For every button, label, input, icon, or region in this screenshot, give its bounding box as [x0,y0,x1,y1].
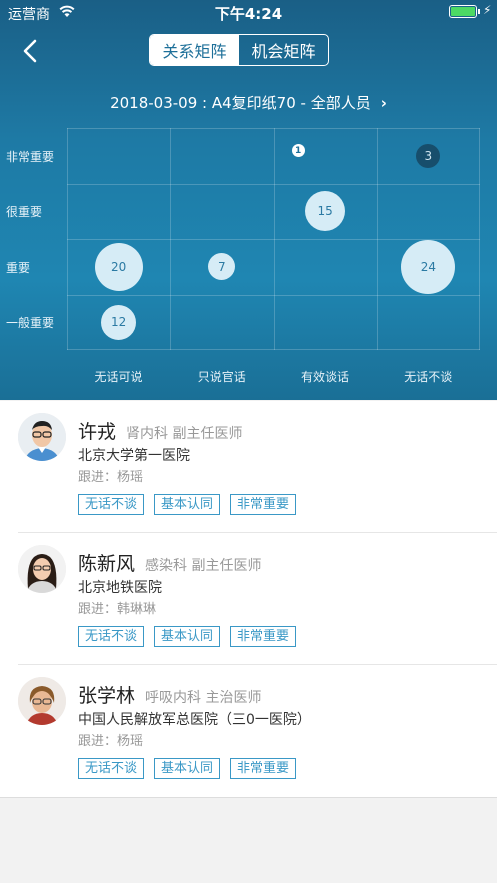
grid-hline [67,295,480,296]
contact-follow-up: 跟进：韩琳琳 [78,602,157,617]
tag-row: 无话不谈 基本认同 非常重要 [78,758,297,779]
contact-follow-up: 跟进：杨瑶 [78,470,144,485]
y-tick-label: 很重要 [6,205,43,220]
status-bar: 运营商 下午4:24 ⚡ [0,0,497,24]
tag: 基本认同 [154,494,221,515]
matrix-bubble[interactable]: 15 [305,191,346,232]
tab-opportunity-matrix[interactable]: 机会矩阵 [239,35,328,65]
header-panel: 运营商 下午4:24 ⚡ 关系矩阵 机会矩阵 2018-03-09 : A4复印… [0,0,497,400]
contact-card[interactable]: 许戎 肾内科 副主任医师北京大学第一医院 跟进：杨瑶无话不谈 基本认同 非常重要 [0,401,497,533]
tag: 非常重要 [230,494,297,515]
contact-card[interactable]: 陈新风 感染科 副主任医师北京地铁医院 跟进：韩琳琳无话不谈 基本认同 非常重要 [0,533,497,665]
tag: 非常重要 [230,758,297,779]
grid-hline [67,239,480,240]
matrix-bubble[interactable]: 12 [101,304,137,340]
x-tick-label: 只说官话 [197,370,246,384]
y-tick-label: 非常重要 [6,149,55,164]
status-time: 下午4:24 [214,5,283,23]
contact-name: 张学林 [78,685,136,707]
tag: 非常重要 [230,626,297,647]
tag-row: 无话不谈 基本认同 非常重要 [78,626,297,647]
avatar [18,545,66,593]
y-tick-label: 一般重要 [6,316,55,331]
contact-hospital: 北京大学第一医院 [78,448,190,464]
contact-name: 许戎 [78,421,117,443]
contact-card[interactable]: 张学林 呼吸内科 主治医师中国人民解放军总医院（三0一医院） 跟进：杨瑶无话不谈 基本… [0,665,497,797]
chevron-right-icon: › [380,94,387,112]
battery-cap [478,9,480,14]
y-tick-label: 重要 [6,260,31,275]
x-tick-label: 无话不谈 [404,370,453,384]
grid-hline [67,349,480,350]
contact-follow-up: 跟进：杨瑶 [78,734,144,749]
tab-relationship-matrix[interactable]: 关系矩阵 [150,35,239,65]
contact-hospital: 北京地铁医院 [78,580,162,596]
matrix-bubble[interactable]: 20 [94,242,143,291]
contact-hospital: 中国人民解放军总医院（三0一医院） [78,712,311,728]
x-tick-label: 有效谈话 [300,370,349,384]
matrix-bubble[interactable]: 3 [416,143,441,168]
matrix-bubble[interactable]: 7 [208,253,236,281]
grid-hline [67,184,480,185]
tag: 基本认同 [154,626,221,647]
contact-dept: 感染科 副主任医师 [145,558,262,574]
filter-selector[interactable]: 2018-03-09 : A4复印纸70 - 全部人员 › [0,92,497,113]
x-tick-label: 无话可说 [94,370,143,384]
filter-label: 2018-03-09 : A4复印纸70 - 全部人员 [110,94,371,112]
tag: 无话不谈 [78,626,145,647]
tag-row: 无话不谈 基本认同 非常重要 [78,494,297,515]
tag: 无话不谈 [78,758,145,779]
matrix-bubble[interactable]: 24 [401,239,456,294]
tag: 无话不谈 [78,494,145,515]
contact-dept: 肾内科 副主任医师 [126,426,243,442]
avatar [18,677,66,725]
matrix-bubble[interactable]: 1 [291,144,305,158]
back-arrow-icon[interactable] [18,38,44,64]
matrix-tab-switch: 关系矩阵 机会矩阵 [149,34,329,66]
tag: 基本认同 [154,758,221,779]
charging-icon: ⚡ [483,3,492,17]
grid-hline [67,128,480,129]
contact-name: 陈新风 [78,553,136,575]
relationship-matrix-chart: 1 3 15 20 7 24 12 [67,128,480,350]
avatar [18,413,66,461]
contact-list: 许戎 肾内科 副主任医师 北京大学第一医院 跟进：杨瑶 无话不谈 基本认同 非常重要 陈新风感… [0,401,497,798]
contact-dept: 呼吸内科 主治医师 [145,690,262,706]
battery-icon [449,5,477,18]
